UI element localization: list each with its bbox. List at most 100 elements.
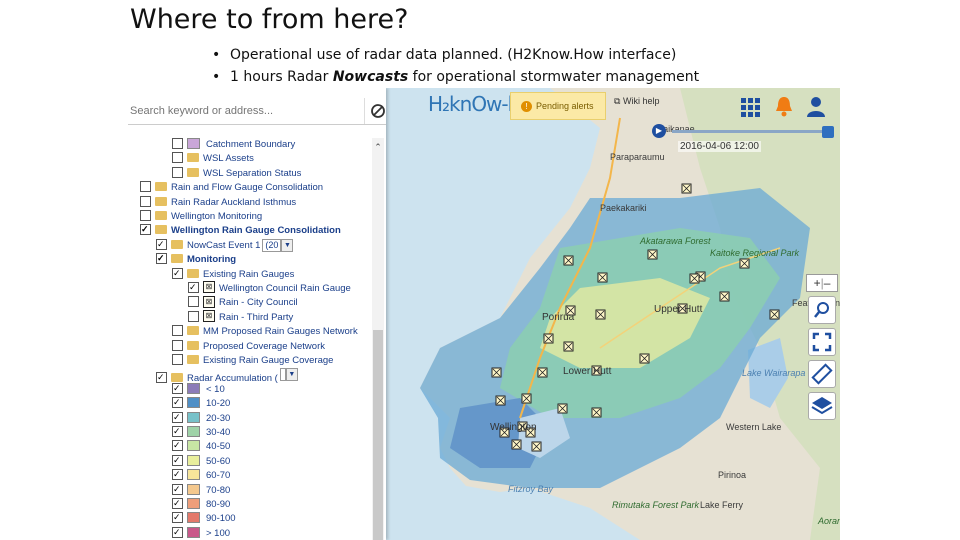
layer-row[interactable]: 10-20 xyxy=(172,395,230,411)
rain-gauge-marker[interactable] xyxy=(563,341,574,352)
layer-select[interactable]: (20 xyxy=(262,238,282,252)
layer-checkbox[interactable] xyxy=(140,222,151,236)
layer-row[interactable]: 60-70 xyxy=(172,467,230,483)
layer-checkbox[interactable] xyxy=(172,137,183,149)
layer-checkbox[interactable] xyxy=(172,166,183,178)
layer-row[interactable]: Wellington Monitoring xyxy=(140,209,262,224)
locate-search-button[interactable] xyxy=(808,296,836,324)
layer-row[interactable]: 40-50 xyxy=(172,438,230,454)
layer-checkbox[interactable] xyxy=(172,510,183,524)
layer-checkbox[interactable] xyxy=(172,325,183,337)
rain-gauge-marker[interactable] xyxy=(557,403,568,414)
layers-button[interactable] xyxy=(808,392,836,420)
rain-gauge-marker[interactable] xyxy=(639,353,650,364)
time-slider-handle[interactable] xyxy=(822,126,834,138)
rain-gauge-marker[interactable] xyxy=(739,258,750,269)
layer-row[interactable]: 50-60 xyxy=(172,453,230,469)
wiki-help-link[interactable]: ⧉ Wiki help xyxy=(614,96,659,107)
layer-checkbox[interactable] xyxy=(172,339,183,351)
layer-checkbox[interactable] xyxy=(172,424,183,438)
layer-row[interactable]: > 100 xyxy=(172,525,230,540)
layer-checkbox[interactable] xyxy=(156,370,167,384)
layer-checkbox[interactable] xyxy=(188,310,199,322)
layer-label: Wellington Rain Gauge Consolidation xyxy=(171,225,341,237)
layer-row[interactable]: ⊠ Rain - City Council xyxy=(188,295,298,310)
layer-checkbox[interactable] xyxy=(172,453,183,467)
layer-row[interactable]: Rain Radar Auckland Isthmus xyxy=(140,195,296,210)
rain-gauge-marker[interactable] xyxy=(531,441,542,452)
chevron-up-icon[interactable]: ⌃ xyxy=(372,142,384,154)
layer-checkbox[interactable] xyxy=(172,467,183,481)
rain-gauge-marker[interactable] xyxy=(491,367,502,378)
layer-row[interactable]: Catchment Boundary xyxy=(172,137,295,152)
layer-checkbox[interactable] xyxy=(172,496,183,510)
rain-gauge-marker[interactable] xyxy=(563,255,574,266)
measure-button[interactable] xyxy=(808,360,836,388)
fullscreen-button[interactable] xyxy=(808,328,836,356)
layer-row[interactable]: WSL Separation Status xyxy=(172,166,301,181)
scrollbar-thumb[interactable] xyxy=(373,330,383,540)
rain-gauge-marker[interactable] xyxy=(511,439,522,450)
layer-checkbox[interactable] xyxy=(172,266,183,280)
layer-row[interactable]: WSL Assets xyxy=(172,152,254,166)
clear-search-button[interactable] xyxy=(364,98,391,124)
layer-checkbox[interactable] xyxy=(172,381,183,395)
time-slider[interactable]: ▶ xyxy=(652,124,834,138)
layer-row[interactable]: ⊠ Wellington Council Rain Gauge xyxy=(188,280,351,296)
map-place-label: Lake Wairarapa xyxy=(742,368,806,378)
layer-row[interactable]: Monitoring xyxy=(156,251,236,267)
rain-gauge-marker[interactable] xyxy=(543,333,554,344)
layer-checkbox[interactable] xyxy=(188,296,199,308)
rain-gauge-marker[interactable] xyxy=(597,272,608,283)
rain-gauge-marker[interactable] xyxy=(769,309,780,320)
pending-alerts-button[interactable]: ! Pending alerts xyxy=(510,92,606,120)
layer-checkbox[interactable] xyxy=(172,152,183,164)
rain-gauge-marker[interactable] xyxy=(537,367,548,378)
folder-icon xyxy=(187,167,199,177)
layer-checkbox[interactable] xyxy=(172,525,183,539)
layer-checkbox[interactable] xyxy=(172,395,183,409)
layer-checkbox[interactable] xyxy=(140,195,151,207)
layer-row[interactable]: 20-30 xyxy=(172,410,230,426)
map-place-label: Paekakariki xyxy=(600,203,647,213)
layer-row[interactable]: Proposed Coverage Network xyxy=(172,339,325,354)
rain-gauge-marker[interactable] xyxy=(719,291,730,302)
search-input[interactable] xyxy=(128,100,352,122)
layer-row[interactable]: ⊠ Rain - Third Party xyxy=(188,310,293,325)
rain-gauge-marker[interactable] xyxy=(495,395,506,406)
user-account-icon[interactable] xyxy=(804,94,828,118)
layer-row[interactable]: Existing Rain Gauge Coverage xyxy=(172,353,333,368)
layer-checkbox[interactable] xyxy=(172,410,183,424)
apps-grid-icon[interactable] xyxy=(738,94,762,118)
rain-gauge-marker[interactable] xyxy=(595,309,606,320)
rain-gauge-marker[interactable] xyxy=(521,393,532,404)
layer-checkbox[interactable] xyxy=(156,237,167,251)
layer-row[interactable]: 90-100 xyxy=(172,510,236,526)
layer-row[interactable]: 30-40 xyxy=(172,424,230,440)
layer-row[interactable]: NowCast Event 1(20▼ xyxy=(156,237,294,253)
notification-bell-icon[interactable] xyxy=(772,94,796,118)
layer-checkbox[interactable] xyxy=(172,353,183,365)
rain-gauge-marker[interactable] xyxy=(647,249,658,260)
play-icon[interactable]: ▶ xyxy=(652,124,666,138)
layer-row[interactable]: MM Proposed Rain Gauges Network xyxy=(172,325,358,339)
layer-row[interactable]: Wellington Rain Gauge Consolidation xyxy=(140,222,341,238)
layer-checkbox[interactable] xyxy=(140,181,151,193)
layer-row[interactable]: 70-80 xyxy=(172,482,230,498)
layer-panel-scrollbar[interactable]: ⌃ xyxy=(372,138,384,540)
rain-gauge-marker[interactable] xyxy=(689,273,700,284)
layer-checkbox[interactable] xyxy=(140,209,151,221)
chevron-down-icon[interactable]: ▼ xyxy=(281,238,294,252)
layer-row[interactable]: 80-90 xyxy=(172,496,230,512)
zoom-out-icon[interactable]: – xyxy=(824,276,831,290)
rain-gauge-marker[interactable] xyxy=(681,183,692,194)
layer-checkbox[interactable] xyxy=(172,438,183,452)
chevron-down-icon[interactable]: ▼ xyxy=(285,368,298,382)
layer-checkbox[interactable] xyxy=(156,251,167,265)
rain-gauge-marker[interactable] xyxy=(591,407,602,418)
layer-checkbox[interactable] xyxy=(188,280,199,294)
zoom-in-icon[interactable]: + xyxy=(814,276,821,290)
zoom-control[interactable]: +|– xyxy=(806,274,838,292)
layer-row[interactable]: Rain and Flow Gauge Consolidation xyxy=(140,181,323,195)
layer-checkbox[interactable] xyxy=(172,482,183,496)
